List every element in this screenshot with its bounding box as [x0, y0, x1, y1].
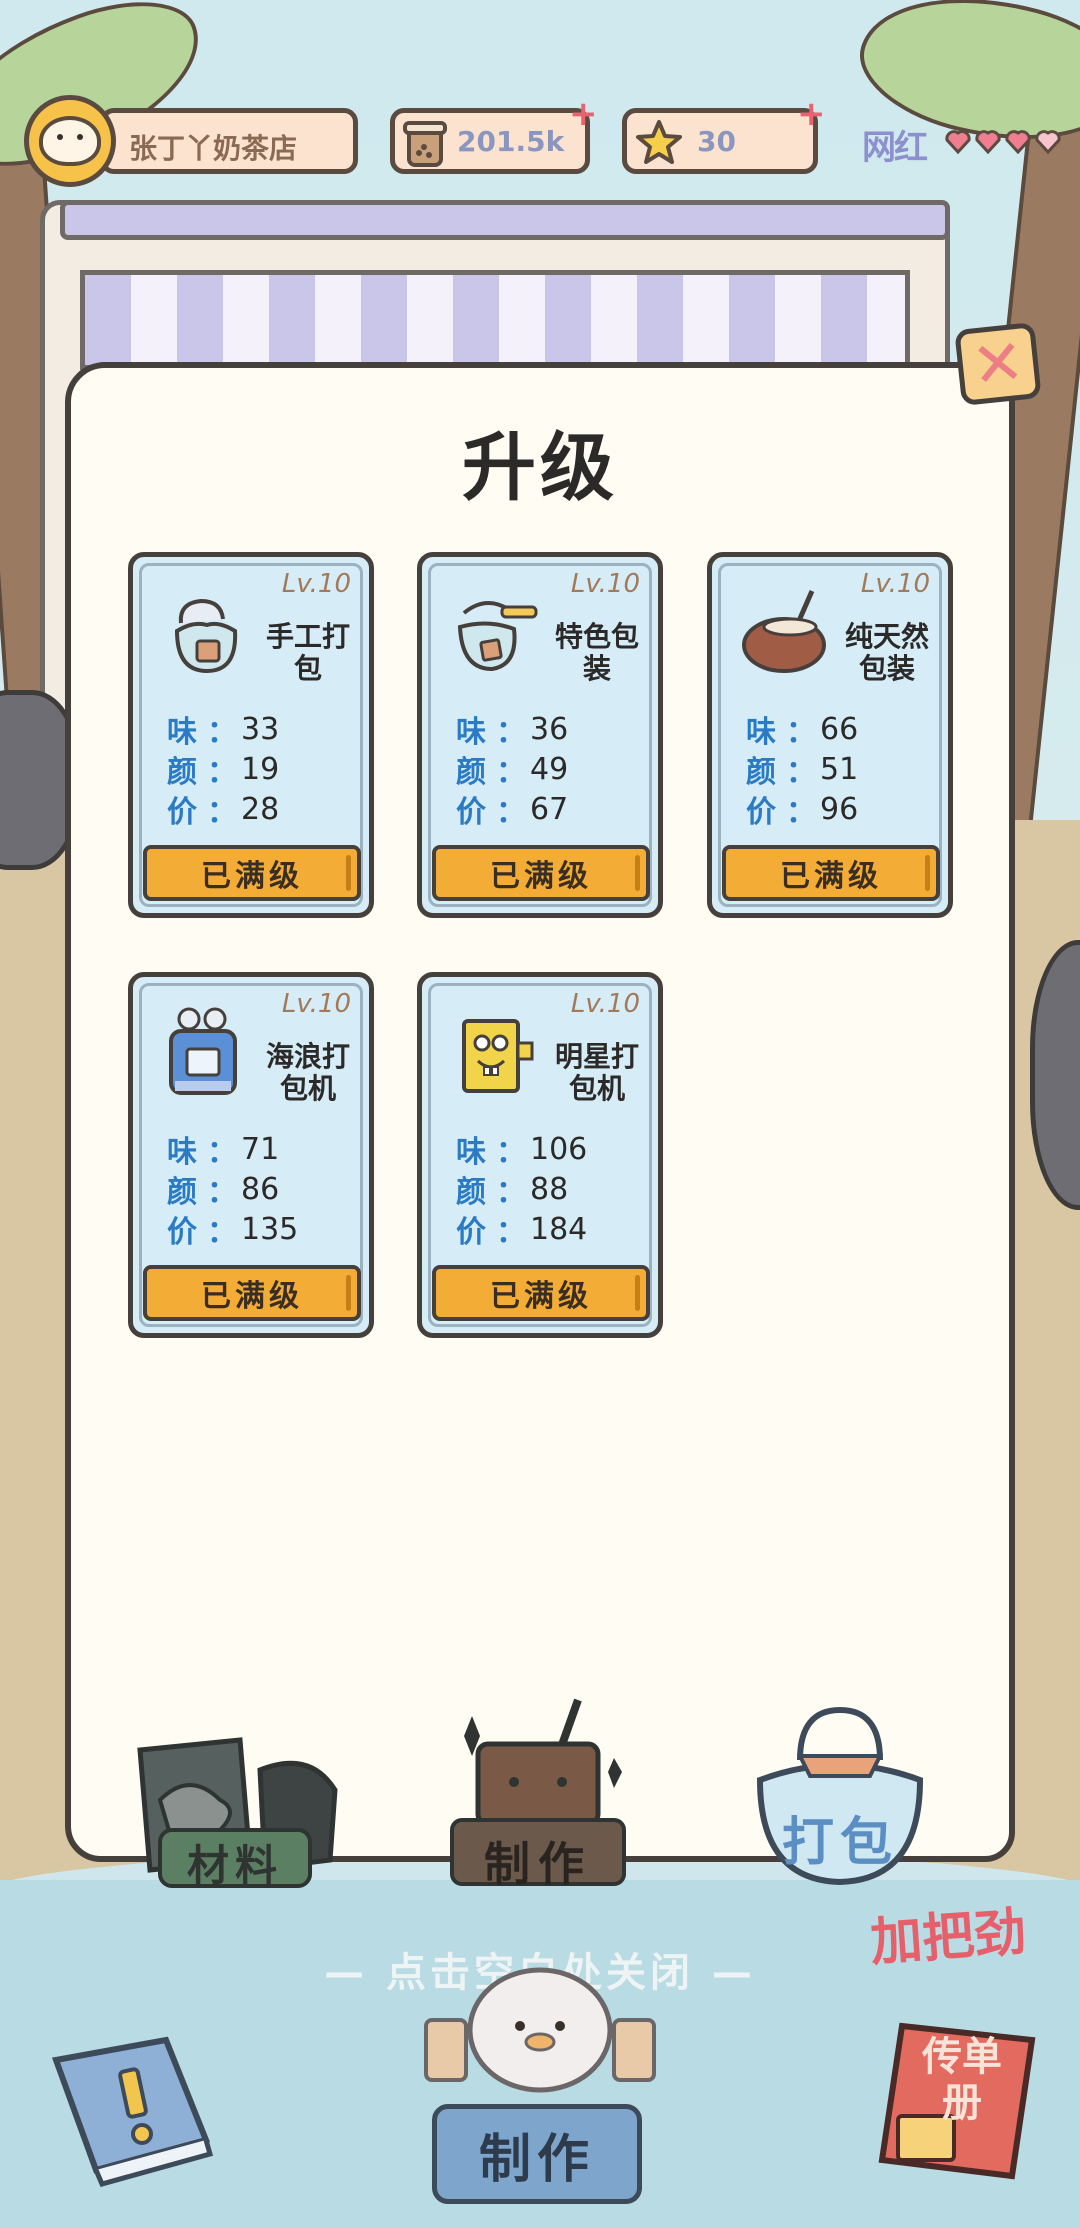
- task-book-button[interactable]: [46, 2030, 216, 2190]
- shop-roof: [60, 200, 950, 240]
- stats: 味： 36 颜： 49 价： 67: [456, 711, 569, 831]
- item-name: 海浪打 包机: [265, 1040, 350, 1105]
- tab-materials-label: 材料: [186, 1841, 283, 1890]
- close-button[interactable]: ✕: [954, 322, 1042, 406]
- wave-packer-icon: [169, 1007, 237, 1095]
- shop-name: 张丁丫奶茶店: [129, 132, 298, 165]
- close-icon: ✕: [968, 324, 1028, 403]
- duck-face-icon: [39, 116, 101, 166]
- tab-make[interactable]: 制作: [448, 1696, 628, 1891]
- mascot-duck: [420, 1960, 660, 2120]
- upgrade-card-handmade-bag: Lv.10 手工打 包 味： 33 颜： 19 价： 28 已满级: [128, 552, 374, 918]
- taste-value: 66: [820, 711, 859, 747]
- look-value: 49: [530, 751, 569, 787]
- heart-icon: [1005, 130, 1031, 154]
- cheer-label: 加把劲: [868, 1902, 1029, 1974]
- max-level-button[interactable]: 已满级: [143, 1265, 361, 1321]
- heart-icon: [945, 130, 971, 154]
- stats: 味： 71 颜： 86 价： 135: [167, 1131, 299, 1251]
- shop-name-pill[interactable]: 张丁丫奶茶店: [100, 108, 358, 174]
- milk-tea-icon: [403, 121, 447, 167]
- duck-mascot-icon: [424, 1967, 656, 2093]
- price-value: 135: [241, 1211, 299, 1247]
- max-level-button[interactable]: 已满级: [432, 845, 650, 901]
- price-value: 96: [820, 791, 859, 827]
- taste-value: 106: [530, 1131, 588, 1167]
- max-level-button[interactable]: 已满级: [143, 845, 361, 901]
- tea-currency-pill[interactable]: 201.5k +: [390, 97, 598, 174]
- taste-value: 36: [530, 711, 569, 747]
- flyer-book-button[interactable]: 传单 册: [862, 2016, 1042, 2192]
- tea-count: 201.5k: [457, 125, 565, 158]
- stats: 味： 33 颜： 19 价： 28: [167, 711, 280, 831]
- upgrade-card-wave-packer: Lv.10 海浪打 包机 味： 71 颜： 86 价： 135 已满级: [128, 972, 374, 1338]
- player-avatar[interactable]: [24, 95, 116, 187]
- star-count: 30: [697, 125, 736, 158]
- heart-icon: [1035, 130, 1061, 154]
- special-package-icon: [457, 601, 538, 672]
- tab-materials[interactable]: 材料: [130, 1730, 350, 1890]
- taste-value: 71: [241, 1131, 280, 1167]
- price-value: 28: [241, 791, 280, 827]
- stats: 味： 106 颜： 88 价： 184: [456, 1131, 588, 1251]
- tab-pack-label: 打包: [781, 1813, 898, 1873]
- upgrade-card-special-package: Lv.10 特色包 装 味： 36 颜： 49 价： 67 已满级: [417, 552, 663, 918]
- tab-make-label: 制作: [484, 1837, 592, 1891]
- look-value: 88: [530, 1171, 569, 1207]
- make-button[interactable]: 制作: [432, 2104, 642, 2204]
- price-value: 184: [530, 1211, 588, 1247]
- heart-icon: [975, 130, 1001, 154]
- book-icon: [51, 2036, 214, 2187]
- item-name: 特色包 装: [554, 620, 639, 685]
- level-label: Lv.10: [570, 989, 640, 1019]
- level-label: Lv.10: [860, 569, 930, 599]
- look-value: 51: [820, 751, 859, 787]
- item-name: 手工打 包: [265, 620, 350, 685]
- level-label: Lv.10: [281, 569, 351, 599]
- level-label: Lv.10: [281, 989, 351, 1019]
- star-currency-pill[interactable]: 30 +: [622, 97, 826, 174]
- tab-pack[interactable]: 打包: [740, 1700, 940, 1890]
- popularity-label: 网红: [862, 128, 928, 168]
- add-tea-icon[interactable]: +: [569, 97, 598, 131]
- level-label: Lv.10: [570, 569, 640, 599]
- max-level-button[interactable]: 已满级: [432, 1265, 650, 1321]
- flyer-book-label: 传单 册: [922, 2034, 1002, 2126]
- price-value: 67: [530, 791, 569, 827]
- item-name: 纯天然 包装: [844, 620, 929, 685]
- stats: 味： 66 颜： 51 价： 96: [746, 711, 859, 831]
- coconut-icon: [742, 589, 826, 673]
- item-name: 明星打 包机: [554, 1040, 639, 1105]
- upgrade-card-star-packer: Lv.10 明星打 包机 味： 106 颜： 88 价： 184 已满级: [417, 972, 663, 1338]
- look-value: 86: [241, 1171, 280, 1207]
- modal-title: 升级: [462, 425, 618, 511]
- handmade-bag-icon: [174, 598, 238, 674]
- star-packer-icon: [462, 1019, 534, 1093]
- upgrade-card-natural-package: Lv.10 纯天然 包装 味： 66 颜： 51 价： 96 已满级: [707, 552, 953, 918]
- taste-value: 33: [241, 711, 280, 747]
- look-value: 19: [241, 751, 280, 787]
- shop-awning: [80, 270, 910, 370]
- star-icon: [636, 120, 682, 164]
- add-star-icon[interactable]: +: [797, 97, 826, 131]
- max-level-button[interactable]: 已满级: [722, 845, 940, 901]
